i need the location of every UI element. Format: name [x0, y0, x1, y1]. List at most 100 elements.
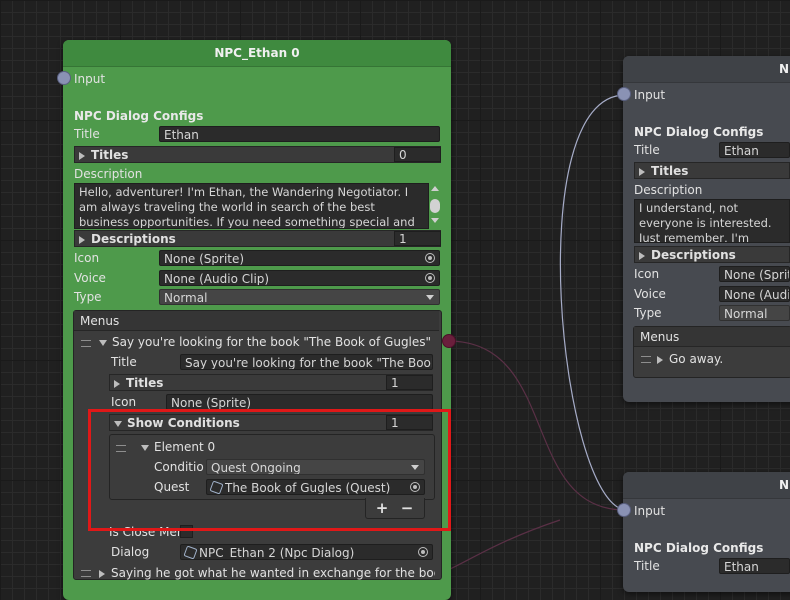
description-label: Description — [634, 183, 703, 197]
object-picker-icon[interactable] — [410, 482, 420, 492]
remove-element-button[interactable]: − — [396, 500, 418, 518]
dialog-field-value: NPC_Ethan 2 (Npc Dialog) — [199, 546, 355, 560]
collapse-arrow-icon — [141, 444, 149, 451]
scriptable-object-icon — [209, 480, 224, 494]
menu-item-foldout[interactable]: Say you're looking for the book "The Boo… — [95, 335, 431, 349]
icon-label: Icon — [634, 267, 660, 281]
type-dropdown-value: Normal — [164, 291, 208, 305]
node-title[interactable]: N — [623, 472, 790, 499]
descriptions-foldout[interactable]: Descriptions 1 — [74, 230, 441, 247]
menus-header: Menus — [634, 327, 790, 347]
show-conditions-label: Show Conditions — [127, 416, 240, 430]
input-label: Input — [634, 88, 666, 102]
wire-lower — [447, 519, 561, 571]
condition-dropdown-value: Quest Ongoing — [211, 461, 301, 475]
type-label: Type — [634, 306, 662, 320]
object-picker-icon[interactable] — [418, 547, 428, 557]
menu-titles-foldout[interactable]: Titles 1 — [109, 374, 433, 391]
titles-foldout-label: Titles — [91, 148, 129, 162]
output-port[interactable] — [442, 334, 456, 348]
show-conditions-count[interactable]: 1 — [386, 415, 433, 430]
input-label: Input — [634, 504, 666, 518]
menus-header: Menus — [74, 311, 439, 331]
section-label: NPC Dialog Configs — [634, 541, 764, 555]
voice-label: Voice — [74, 271, 106, 285]
scroll-up-icon[interactable] — [431, 186, 439, 191]
chevron-down-icon — [411, 465, 419, 470]
element-label: Element 0 — [154, 440, 216, 454]
descriptions-foldout-label: Descriptions — [651, 248, 736, 262]
title-label: Title — [74, 127, 100, 141]
element-foldout[interactable]: Element 0 — [137, 440, 215, 454]
drag-handle-icon[interactable] — [81, 340, 91, 347]
titles-foldout-label: Titles — [651, 164, 689, 178]
titles-foldout[interactable]: Titles — [634, 162, 790, 179]
drag-handle-icon[interactable] — [641, 356, 651, 363]
icon-object-field[interactable]: None (Sprite) — [719, 266, 790, 282]
quest-field-value: The Book of Gugles (Quest) — [225, 481, 391, 495]
expand-arrow-icon — [639, 251, 645, 260]
menu-titles-count[interactable]: 1 — [386, 375, 433, 390]
descriptions-count[interactable]: 1 — [394, 231, 441, 246]
node-title[interactable]: NPC_Ethan 0 — [63, 40, 451, 67]
expand-arrow-icon — [79, 235, 85, 244]
titles-foldout[interactable]: Titles 0 — [74, 146, 441, 163]
type-label: Type — [74, 290, 102, 304]
title-field[interactable]: Ethan — [719, 558, 790, 574]
input-label: Input — [74, 72, 106, 86]
descriptions-foldout[interactable]: Descriptions — [634, 246, 790, 263]
type-dropdown[interactable]: Normal — [719, 305, 790, 321]
is-close-menu-label: Is Close Menu — [109, 525, 181, 539]
drag-handle-icon[interactable] — [81, 570, 91, 577]
add-element-button[interactable]: + — [371, 500, 393, 518]
node-title[interactable]: N — [623, 56, 790, 83]
collapse-arrow-icon — [114, 420, 122, 427]
wire-to-bottom-node — [447, 340, 626, 511]
drag-handle-icon[interactable] — [116, 445, 126, 452]
menu-item-label: Say you're looking for the book "The Boo… — [112, 335, 432, 349]
title-label: Title — [634, 143, 660, 157]
icon-object-field[interactable]: None (Sprite) — [159, 250, 440, 266]
menu-item-label: Go away. — [669, 352, 724, 366]
npc-dialog-node-right-bottom[interactable]: N — [623, 472, 790, 592]
quest-object-field[interactable]: The Book of Gugles (Quest) — [206, 479, 425, 495]
object-picker-icon[interactable] — [425, 253, 435, 263]
dialog-object-field[interactable]: NPC_Ethan 2 (Npc Dialog) — [180, 544, 433, 560]
menu-title-field[interactable]: Say you're looking for the book "The Boo… — [180, 354, 433, 370]
menu-icon-field[interactable]: None (Sprite) — [166, 394, 433, 410]
is-close-menu-checkbox[interactable] — [180, 525, 193, 538]
condition-dropdown[interactable]: Quest Ongoing — [206, 459, 425, 475]
object-picker-icon[interactable] — [425, 273, 435, 283]
input-port[interactable] — [617, 87, 631, 101]
description-textarea[interactable]: Hello, adventurer! I'm Ethan, the Wander… — [74, 183, 429, 229]
description-scrollbar[interactable] — [430, 186, 440, 228]
condition-label: Condition — [154, 460, 204, 474]
title-field[interactable]: Ethan — [719, 142, 790, 158]
input-port[interactable] — [617, 503, 631, 517]
title-field[interactable]: Ethan — [159, 126, 440, 142]
menu-item-foldout[interactable]: Go away. — [653, 352, 723, 366]
dialog-label: Dialog — [111, 545, 150, 559]
menu-titles-label: Titles — [126, 376, 164, 390]
menu-icon-label: Icon — [111, 395, 137, 409]
descriptions-foldout-label: Descriptions — [91, 232, 176, 246]
voice-field-value: None (Audio Clip) — [164, 272, 270, 286]
type-dropdown[interactable]: Normal — [159, 289, 440, 305]
show-conditions-foldout[interactable]: Show Conditions 1 — [109, 414, 433, 431]
scriptable-object-icon — [183, 545, 198, 559]
titles-count[interactable]: 0 — [394, 147, 441, 162]
section-label: NPC Dialog Configs — [74, 109, 204, 123]
collapse-arrow-icon — [99, 339, 107, 346]
quest-label: Quest — [154, 480, 190, 494]
voice-object-field[interactable]: None (Audio Clip) — [159, 270, 440, 286]
input-port[interactable] — [57, 71, 71, 85]
scroll-thumb[interactable] — [430, 199, 440, 213]
voice-label: Voice — [634, 287, 666, 301]
description-textarea[interactable]: I understand, not everyone is interested… — [634, 199, 790, 243]
expand-arrow-icon — [99, 569, 105, 578]
expand-arrow-icon — [114, 379, 120, 388]
expand-arrow-icon — [657, 355, 663, 364]
scroll-down-icon[interactable] — [431, 218, 439, 223]
icon-label: Icon — [74, 251, 100, 265]
voice-object-field[interactable]: None (Audio Clip) — [719, 286, 790, 302]
